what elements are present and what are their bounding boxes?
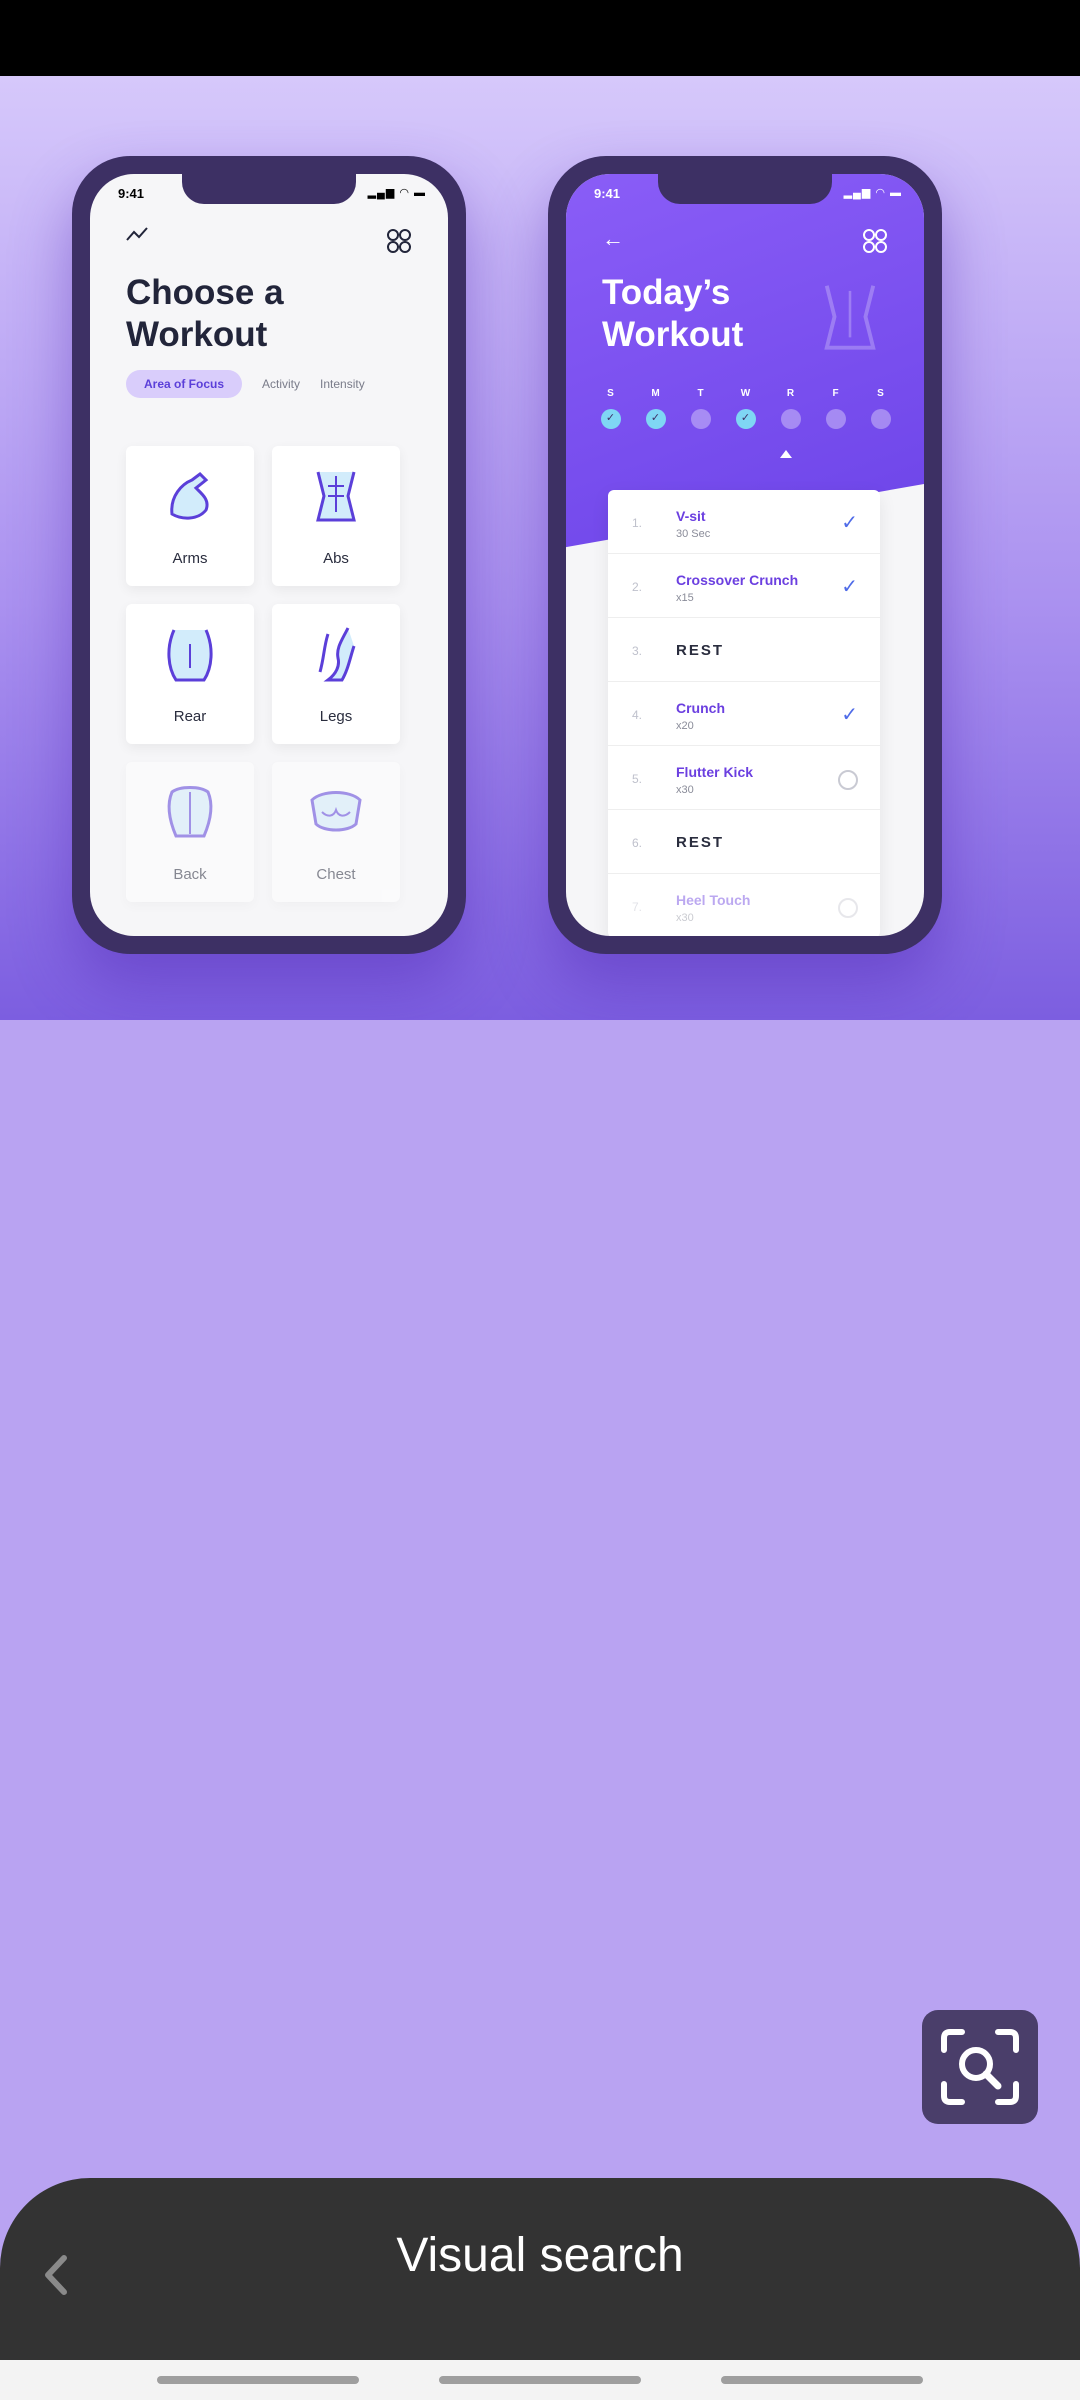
arm-icon [170, 472, 209, 520]
grid-icon [863, 229, 887, 253]
rear-icon [167, 629, 213, 682]
phone-screen-right: 9:41 ▂▄▆ ◠ ▬ ← Today’s Workout S M T W R… [566, 174, 924, 936]
tile-abs: Abs [272, 446, 400, 586]
phone-screen-left: 9:41 ▂▄▆ ◠ ▬ Choose a Workout Area of Fo… [90, 174, 448, 936]
exercise-row: 1. V-sit 30 Sec ✓ [608, 490, 880, 554]
visual-search-button[interactable] [922, 2010, 1038, 2124]
status-bar [0, 0, 1080, 76]
week-tracker: S M T W R F S [598, 388, 893, 429]
page-title: Today’s Workout [602, 273, 744, 354]
page-title: Choose a Workout [126, 273, 284, 354]
tile-label: Legs [319, 708, 353, 725]
exercise-name: Crunch [676, 700, 725, 716]
day-tuesday: T [688, 388, 713, 429]
day-dot [690, 409, 711, 429]
tile-label: Abs [323, 550, 349, 567]
sheet-title: Visual search [396, 2229, 684, 2282]
visual-search-sheet[interactable]: Visual search [0, 2178, 1080, 2368]
phone-time: 9:41 [118, 186, 145, 201]
exercise-row: 2. Crossover Crunch x15 ✓ [608, 554, 880, 618]
check-icon: ✓ [841, 704, 858, 726]
tab-activity: Activity [262, 377, 301, 391]
tile-chest: Chest [272, 762, 400, 902]
focus-tabs: Area of Focus Activity Intensity [126, 370, 365, 398]
phone-status-icons: ▂▄▆ ◠ ▬ [367, 187, 426, 199]
day-friday: F [823, 388, 848, 429]
rest-label: REST [676, 834, 725, 851]
tab-intensity: Intensity [320, 377, 365, 391]
day-wednesday: W [733, 388, 758, 429]
arrow-left-icon: ← [602, 226, 624, 251]
back-muscle-icon [167, 786, 213, 838]
tile-arms: Arms [126, 446, 254, 586]
phone-time: 9:41 [594, 186, 621, 201]
nav-handle-right[interactable] [721, 2376, 923, 2384]
trend-icon [126, 227, 148, 241]
day-dot [645, 409, 666, 429]
tile-back: Back [126, 762, 254, 902]
exercise-name: Crossover Crunch [676, 572, 799, 588]
check-icon: ✓ [841, 512, 858, 534]
phone-notch [658, 174, 832, 204]
phone-notch [182, 174, 356, 204]
tile-label: Chest [316, 866, 356, 883]
nav-handle-center[interactable] [439, 2376, 641, 2384]
day-thursday: R [778, 388, 803, 429]
phone-mockup-left: 9:41 ▂▄▆ ◠ ▬ Choose a Workout Area of Fo… [72, 156, 466, 954]
day-dot [600, 409, 621, 429]
exercise-name: Flutter Kick [676, 764, 754, 780]
day-sunday: S [598, 388, 623, 429]
day-dot [870, 409, 891, 429]
phone-mockup-right: 9:41 ▂▄▆ ◠ ▬ ← Today’s Workout S M T W R… [548, 156, 942, 954]
tile-label: Arms [172, 550, 208, 567]
day-monday: M [643, 388, 668, 429]
tile-label: Rear [173, 708, 207, 725]
navigation-bar [0, 2360, 1080, 2400]
day-indicator-caret [780, 450, 792, 458]
day-dot [735, 409, 756, 429]
rest-label: REST [676, 642, 725, 659]
exercise-detail: x20 [676, 720, 694, 732]
legs-icon [318, 627, 356, 682]
exercise-detail: x30 [676, 912, 694, 924]
tile-legs: Legs [272, 604, 400, 744]
exercise-row: 7. Heel Touch x30 [608, 874, 880, 936]
exercise-list: 1. V-sit 30 Sec ✓ 2. Crossover Crunch x1… [608, 490, 880, 936]
exercise-name: Heel Touch [676, 892, 751, 908]
empty-circle-icon [838, 898, 858, 918]
phone-status-icons: ▂▄▆ ◠ ▬ [843, 187, 902, 199]
tile-rear: Rear [126, 604, 254, 744]
exercise-detail: x15 [676, 592, 694, 604]
visual-search-icon [941, 2029, 1019, 2105]
image-viewer[interactable]: 9:41 ▂▄▆ ◠ ▬ Choose a Workout Area of Fo… [0, 76, 1080, 1020]
rest-row: 3. REST [608, 618, 880, 682]
exercise-name: V-sit [676, 508, 706, 524]
exercise-detail: 30 Sec [676, 528, 711, 540]
day-saturday: S [868, 388, 893, 429]
abs-icon [316, 471, 356, 522]
tile-label: Back [173, 866, 207, 883]
abs-watermark-icon [824, 285, 876, 350]
exercise-detail: x30 [676, 784, 694, 796]
grid-icon [387, 229, 411, 253]
check-icon: ✓ [841, 576, 858, 598]
chest-icon [310, 791, 362, 832]
day-dot [825, 409, 846, 429]
day-dot [780, 409, 801, 429]
rest-row: 6. REST [608, 810, 880, 874]
tab-area-of-focus: Area of Focus [126, 370, 243, 398]
nav-handle-left[interactable] [157, 2376, 359, 2384]
exercise-row: 4. Crunch x20 ✓ [608, 682, 880, 746]
exercise-row: 5. Flutter Kick x30 [608, 746, 880, 810]
empty-circle-icon [838, 770, 858, 790]
